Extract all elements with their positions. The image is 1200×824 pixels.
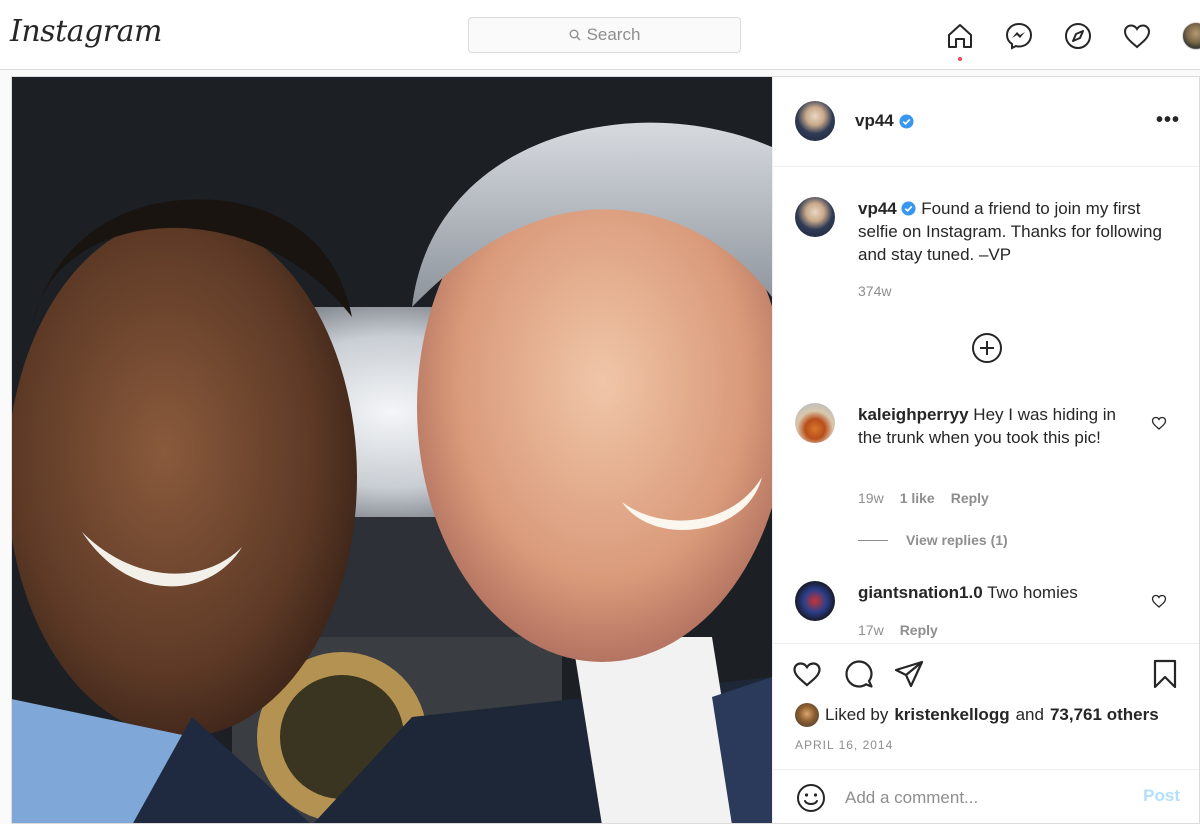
divider [858, 539, 888, 541]
author-username[interactable]: vp44 [855, 111, 914, 131]
messenger-icon[interactable] [1003, 20, 1035, 52]
comment-username[interactable]: kaleighperryy [858, 405, 969, 424]
post-actions [773, 643, 1199, 703]
verified-badge-icon [899, 113, 914, 129]
nav-icons [944, 20, 1200, 61]
post-header: vp44 ••• [773, 77, 1199, 167]
reply-button[interactable]: Reply [900, 622, 938, 638]
caption-avatar[interactable] [795, 197, 835, 237]
post-date[interactable]: APRIL 16, 2014 [795, 738, 893, 752]
comment-time[interactable]: 17w [858, 622, 884, 638]
liked-by-and: and [1015, 705, 1044, 724]
home-icon[interactable] [944, 20, 976, 61]
instagram-logo[interactable]: Instagram [10, 14, 162, 49]
caption-username[interactable]: vp44 [858, 199, 897, 218]
liker-avatar[interactable] [795, 703, 819, 727]
liked-by-prefix: Liked by [825, 705, 889, 724]
load-more-comments-icon[interactable] [971, 332, 1003, 364]
avatar [1182, 22, 1200, 50]
comment-bubble-icon[interactable] [843, 658, 875, 690]
search-placeholder: Search [586, 25, 641, 44]
caption-timestamp[interactable]: 374w [858, 283, 891, 299]
explore-icon[interactable] [1062, 20, 1094, 52]
activity-heart-icon[interactable] [1121, 20, 1153, 52]
comment: giantsnation1.0 Two homies [858, 581, 1128, 604]
like-heart-icon[interactable] [791, 658, 823, 690]
comment-like-heart-icon[interactable] [1151, 593, 1167, 609]
liked-by-user[interactable]: kristenkellogg [894, 705, 1009, 725]
more-options-icon[interactable]: ••• [1156, 109, 1180, 132]
share-paper-plane-icon[interactable] [893, 658, 925, 690]
comment: kaleighperryy Hey I was hiding in the tr… [858, 403, 1128, 449]
selfie-image [12, 77, 772, 823]
post-caption: vp44 Found a friend to join my first sel… [858, 197, 1178, 266]
comment-like-heart-icon[interactable] [1151, 415, 1167, 431]
view-replies-button[interactable]: View replies (1) [858, 532, 1008, 548]
comment-username[interactable]: giantsnation1.0 [858, 583, 983, 602]
post: vp44 ••• vp44 Found a friend to join my … [11, 76, 1200, 824]
search-icon [569, 29, 581, 41]
comment-meta: 19w 1 like Reply [858, 490, 989, 506]
author-username-text[interactable]: vp44 [855, 111, 894, 131]
top-nav: Instagram Search [0, 0, 1200, 70]
post-sidebar: vp44 ••• vp44 Found a friend to join my … [772, 77, 1199, 823]
post-photo[interactable] [12, 77, 772, 823]
add-comment-bar: Post [773, 769, 1199, 823]
liked-by-others[interactable]: 73,761 others [1050, 705, 1159, 725]
verified-badge-icon [901, 201, 917, 216]
commenter-avatar[interactable] [795, 403, 835, 443]
comment-likes[interactable]: 1 like [900, 490, 935, 506]
profile-avatar[interactable] [1180, 20, 1200, 52]
liked-by: Liked by kristenkellogg and 73,761 other… [795, 703, 1159, 727]
save-bookmark-icon[interactable] [1149, 658, 1181, 690]
notification-dot [958, 57, 962, 61]
reply-button[interactable]: Reply [951, 490, 989, 506]
emoji-smile-icon[interactable] [795, 782, 827, 814]
search-box[interactable]: Search [468, 17, 741, 53]
commenter-avatar[interactable] [795, 581, 835, 621]
comment-meta: 17w Reply [858, 622, 938, 638]
post-comment-button[interactable]: Post [1143, 786, 1180, 806]
comment-time[interactable]: 19w [858, 490, 884, 506]
add-comment-input[interactable] [845, 784, 1135, 812]
comment-text: Two homies [987, 583, 1078, 602]
author-avatar[interactable] [795, 101, 835, 141]
view-replies-label[interactable]: View replies (1) [906, 532, 1008, 548]
